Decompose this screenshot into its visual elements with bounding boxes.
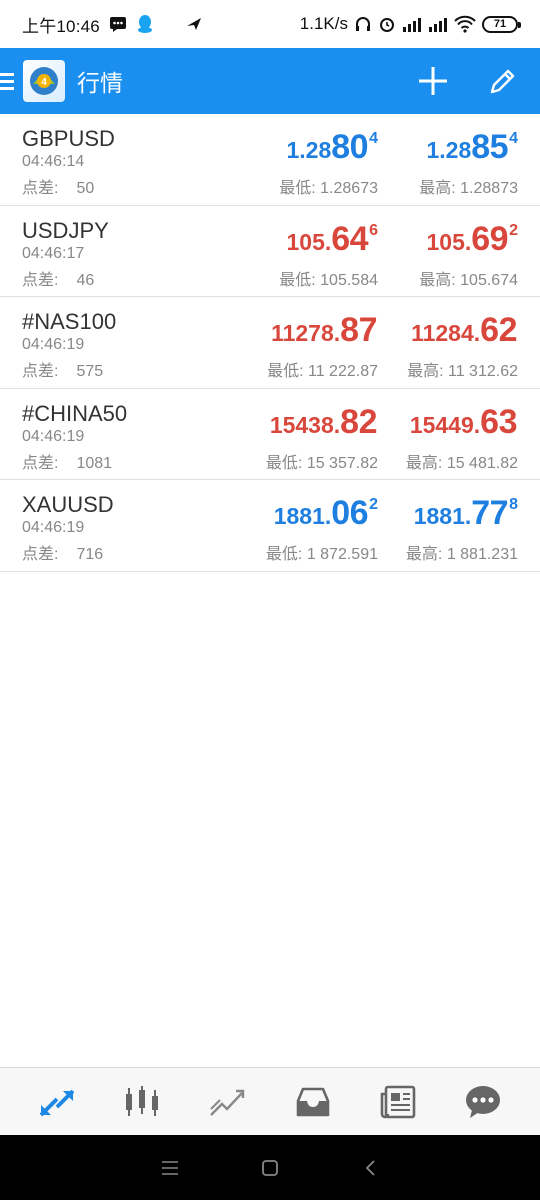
bid-price[interactable]: 105.646 bbox=[287, 220, 379, 259]
app-logo: 4 bbox=[23, 60, 65, 102]
low-price: 最低: 11 222.87 bbox=[267, 363, 378, 380]
bid-price[interactable]: 15438.82 bbox=[270, 403, 378, 442]
spread-label: 点差: bbox=[22, 454, 59, 472]
low-price: 最低: 105.584 bbox=[279, 271, 378, 289]
pencil-icon bbox=[490, 69, 515, 94]
status-time: 上午10:46 bbox=[22, 16, 100, 36]
spread: 点差: 716 bbox=[22, 540, 103, 564]
high-price: 最高: 1 881.231 bbox=[405, 546, 518, 563]
headphone-icon bbox=[354, 15, 372, 33]
system-nav-bar bbox=[0, 1135, 540, 1200]
low-price: 最低: 15 357.82 bbox=[265, 454, 378, 472]
quote-time: 04:46:14 bbox=[22, 153, 85, 170]
spread-label: 点差: bbox=[22, 546, 59, 563]
trade-icon bbox=[210, 1089, 245, 1116]
quote-list: GBPUSD 04:46:14 点差: 50 1.28804 1.28854 最低… bbox=[0, 114, 540, 572]
page-title: 行情 bbox=[77, 70, 123, 96]
toolbar: 4 行情 bbox=[0, 48, 540, 114]
symbol-name: #NAS100 bbox=[22, 309, 117, 334]
history-icon bbox=[296, 1087, 329, 1116]
high-price: 最高: 15 481.82 bbox=[405, 454, 518, 472]
nav-history[interactable] bbox=[285, 1074, 341, 1130]
spread-label: 点差: bbox=[22, 363, 59, 380]
quote-time: 04:46:17 bbox=[22, 244, 85, 262]
quote-time: 04:46:19 bbox=[22, 427, 85, 445]
bid-price[interactable]: 1.28804 bbox=[287, 128, 379, 167]
square-icon bbox=[262, 1159, 278, 1176]
news-icon bbox=[380, 1085, 416, 1118]
quote-row[interactable]: GBPUSD 04:46:14 点差: 50 1.28804 1.28854 最低… bbox=[0, 114, 540, 206]
spread-value: 46 bbox=[76, 271, 95, 289]
spread-value: 716 bbox=[76, 546, 104, 563]
spread-value: 50 bbox=[76, 180, 95, 197]
bid-price[interactable]: 11278.87 bbox=[271, 311, 378, 350]
menu-icon[interactable] bbox=[0, 71, 20, 92]
qq-icon bbox=[136, 14, 154, 34]
spread-value: 1081 bbox=[76, 454, 113, 472]
chart-icon bbox=[125, 1085, 158, 1116]
message-icon bbox=[109, 16, 127, 32]
signal-icon bbox=[428, 15, 448, 33]
chat-icon bbox=[466, 1085, 501, 1118]
low-price: 最低: 1 872.591 bbox=[265, 546, 378, 563]
spread-value: 575 bbox=[76, 363, 104, 380]
high-price: 最高: 1.28873 bbox=[419, 180, 518, 197]
quote-time: 04:46:19 bbox=[22, 519, 85, 536]
symbol-name: USDJPY bbox=[22, 217, 109, 243]
add-symbol-button[interactable] bbox=[416, 64, 450, 98]
nav-chat[interactable] bbox=[455, 1074, 511, 1130]
spread-label: 点差: bbox=[22, 180, 59, 197]
recent-apps-button[interactable] bbox=[150, 1148, 190, 1188]
nav-quotes[interactable] bbox=[29, 1074, 85, 1130]
ask-price[interactable]: 15449.63 bbox=[410, 403, 518, 442]
nav-chart[interactable] bbox=[114, 1074, 170, 1130]
bid-price[interactable]: 1881.062 bbox=[274, 494, 378, 533]
edit-button[interactable] bbox=[486, 64, 520, 98]
symbol-name: GBPUSD bbox=[22, 126, 115, 151]
low-price: 最低: 1.28673 bbox=[279, 180, 378, 197]
quote-row[interactable]: XAUUSD 04:46:19 点差: 716 1881.062 1881.778… bbox=[0, 480, 540, 572]
symbol-name: XAUUSD bbox=[22, 492, 114, 517]
spread: 点差: 1081 bbox=[22, 449, 112, 473]
high-price: 最高: 11 312.62 bbox=[407, 363, 518, 380]
send-icon bbox=[185, 16, 203, 32]
quote-time: 04:46:19 bbox=[22, 336, 85, 353]
ask-price[interactable]: 1881.778 bbox=[414, 494, 518, 533]
plus-icon bbox=[419, 67, 447, 95]
nav-trade[interactable] bbox=[199, 1074, 255, 1130]
ask-price[interactable]: 105.692 bbox=[427, 220, 519, 259]
high-price: 最高: 105.674 bbox=[419, 271, 518, 289]
spread-label: 点差: bbox=[22, 271, 59, 289]
alarm-icon bbox=[378, 15, 396, 33]
nav-news[interactable] bbox=[370, 1074, 426, 1130]
ask-price[interactable]: 1.28854 bbox=[427, 128, 519, 167]
symbol-name: #CHINA50 bbox=[22, 400, 128, 426]
wifi-icon bbox=[454, 15, 476, 33]
quote-row[interactable]: USDJPY 04:46:17 点差: 46 105.646 105.692 最低… bbox=[0, 206, 540, 297]
spread: 点差: 50 bbox=[22, 174, 94, 198]
menu-lines-icon bbox=[162, 1160, 178, 1175]
quote-row[interactable]: #NAS100 04:46:19 点差: 575 11278.87 11284.6… bbox=[0, 297, 540, 389]
battery-icon: 71 bbox=[482, 15, 521, 33]
quote-row[interactable]: #CHINA50 04:46:19 点差: 1081 15438.82 15449… bbox=[0, 389, 540, 480]
spread: 点差: 575 bbox=[22, 357, 103, 381]
spread: 点差: 46 bbox=[22, 266, 94, 290]
bottom-nav bbox=[0, 1067, 540, 1135]
ask-price[interactable]: 11284.62 bbox=[411, 311, 518, 350]
net-speed: 1.1K/s bbox=[299, 14, 348, 33]
svg-text:4: 4 bbox=[41, 77, 47, 88]
home-button[interactable] bbox=[250, 1148, 290, 1188]
hd-signal-icon bbox=[402, 15, 422, 33]
quotes-icon bbox=[39, 1089, 75, 1116]
back-button[interactable] bbox=[350, 1148, 390, 1188]
status-bar: 上午10:46 1.1K/s 71 bbox=[0, 0, 540, 48]
back-chevron-icon bbox=[365, 1159, 375, 1176]
